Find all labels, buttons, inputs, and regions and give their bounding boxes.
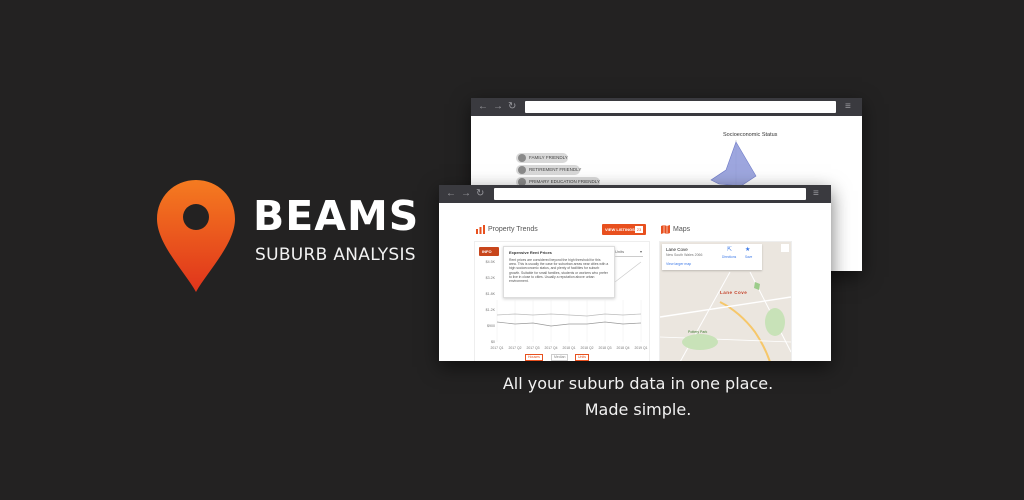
trends-icon (476, 225, 485, 234)
back-arrow-icon[interactable]: ← (478, 100, 488, 114)
map-place-sub: New South Wales 2066 (666, 253, 703, 257)
x-tick-label: 2019 Q1 (634, 346, 647, 350)
view-listings-button[interactable]: VIEW LISTINGS 23 (602, 224, 646, 235)
legend-houses[interactable]: Houses (525, 354, 543, 361)
back-arrow-icon[interactable]: ← (446, 187, 456, 201)
forward-arrow-icon[interactable]: → (461, 187, 471, 201)
x-tick-label: 2017 Q2 (508, 346, 521, 350)
tag-family-friendly: FAMILY FRIENDLY (516, 153, 568, 163)
x-tick-label: 2018 Q4 (616, 346, 629, 350)
map-park-label: Pottery Park (688, 330, 708, 334)
save-label[interactable]: Save (745, 255, 752, 259)
x-tick-label: 2017 Q3 (526, 346, 539, 350)
radar-title: Socioeconomic Status (723, 132, 778, 138)
y-tick-label: $1.2K (486, 308, 496, 312)
property-trends-title: Property Trends (488, 226, 538, 233)
brand-title: BEAMS (253, 192, 420, 240)
x-tick-label: 2017 Q4 (544, 346, 557, 350)
legend-median[interactable]: Median (551, 354, 569, 361)
chart-legend: Houses Median Units (525, 354, 625, 361)
y-tick-label: $900 (487, 324, 495, 328)
location-pin-logo-icon (157, 180, 235, 292)
directions-label[interactable]: Directions (722, 255, 736, 259)
browser-window-front: ← → ↻ ≡ Property Trends VIEW LISTINGS 23… (439, 185, 831, 361)
tag-retirement-friendly: RETIREMENT FRIENDLY (516, 165, 581, 175)
map-area-label: Lane Cove (720, 290, 748, 295)
tagline-line-1: All your suburb data in one place. (502, 374, 774, 393)
retirement-icon (518, 166, 526, 174)
x-tick-label: 2018 Q1 (562, 346, 575, 350)
y-tick-label: $4.5K (486, 260, 496, 264)
x-tick-label: 2018 Q2 (580, 346, 593, 350)
maps-title: Maps (673, 226, 691, 233)
y-tick-label: $1.8K (486, 292, 496, 296)
map-place-card: Lane Cove New South Wales 2066 View larg… (662, 244, 762, 270)
x-tick-label: 2017 Q1 (490, 346, 503, 350)
address-bar[interactable] (494, 188, 806, 200)
listings-count-badge: 23 (635, 226, 643, 233)
address-bar[interactable] (525, 101, 836, 113)
map-icon (661, 225, 670, 234)
reload-icon[interactable]: ↻ (508, 100, 516, 114)
price-trend-chart: $4.5K $3.2K $1.8K $1.2K $900 $0 2017 Q1 2017 Q… (486, 260, 648, 350)
brand-subtitle: SUBURB ANALYSIS (255, 245, 416, 265)
forward-arrow-icon[interactable]: → (493, 100, 503, 114)
legend-units[interactable]: Units (575, 354, 589, 361)
map-panel[interactable]: Lane Cove New South Wales 2066 View larg… (659, 241, 792, 361)
series-line-houses (614, 261, 642, 283)
y-tick-label: $3.2K (486, 276, 496, 280)
family-icon (518, 154, 526, 162)
map-place-name: Lane Cove (666, 247, 688, 252)
browser-menu-icon[interactable]: ≡ (813, 187, 819, 201)
save-star-icon[interactable]: ★ (745, 247, 750, 253)
directions-icon[interactable]: ⇱ (727, 247, 732, 253)
browser-toolbar: ← → ↻ ≡ (439, 185, 831, 203)
property-trends-panel: INFO Expensive Rent Prices Rent prices a… (474, 241, 650, 361)
browser-menu-icon[interactable]: ≡ (845, 100, 851, 114)
tagline: All your suburb data in one place. Made … (470, 371, 806, 423)
view-larger-map-link[interactable]: View larger map (666, 262, 691, 266)
fullscreen-icon[interactable] (781, 244, 789, 252)
browser-toolbar: ← → ↻ ≡ (471, 98, 862, 116)
reload-icon[interactable]: ↻ (476, 187, 484, 201)
radar-chart (710, 140, 757, 188)
x-tick-label: 2018 Q3 (598, 346, 611, 350)
tagline-line-2: Made simple. (584, 400, 692, 419)
y-tick-label: $0 (491, 340, 495, 344)
